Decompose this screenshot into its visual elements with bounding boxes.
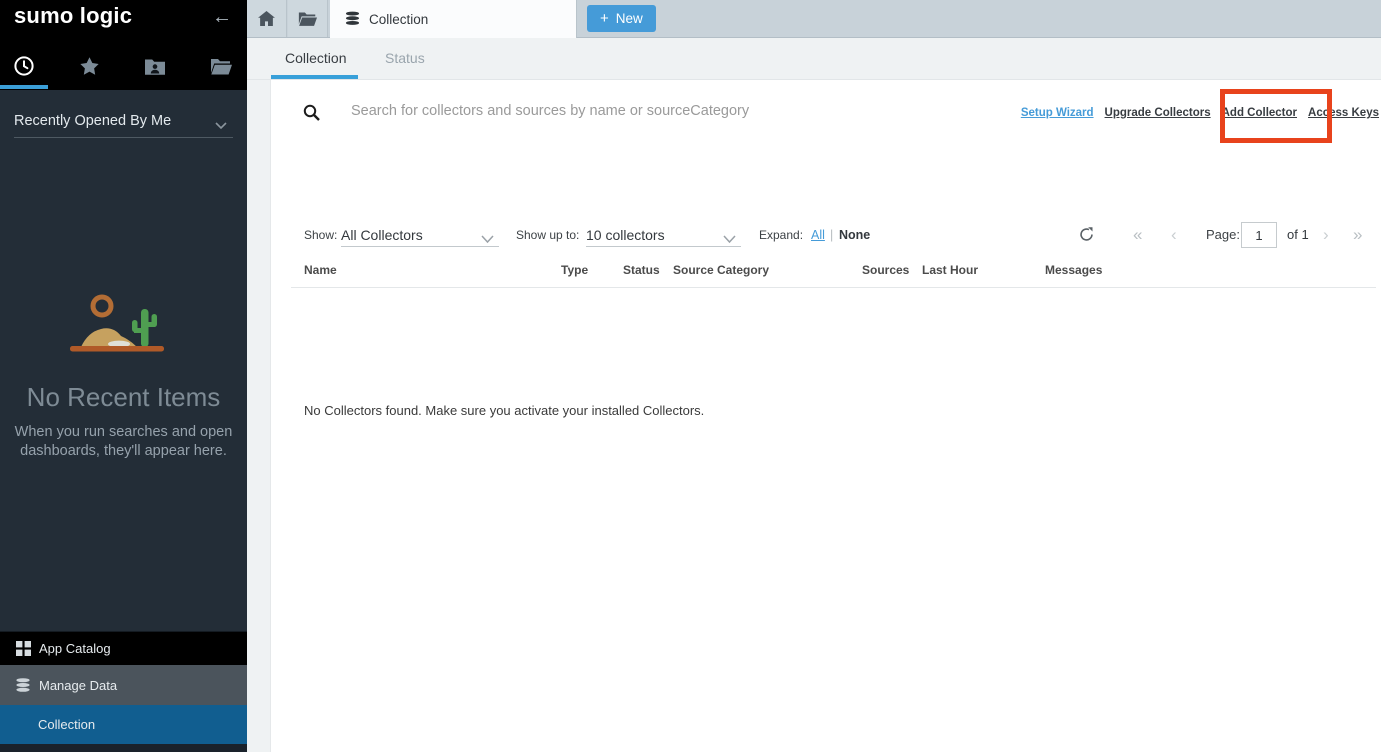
- home-button[interactable]: [247, 0, 287, 37]
- tab-collection[interactable]: Collection: [285, 38, 346, 76]
- expand-divider: |: [830, 219, 833, 251]
- prev-page-icon[interactable]: ‹: [1171, 219, 1177, 251]
- search-icon: [303, 104, 320, 126]
- column-header-status[interactable]: Status: [623, 263, 660, 277]
- library-folder-icon[interactable]: [209, 54, 233, 78]
- expand-all-link[interactable]: All: [811, 219, 825, 251]
- show-up-to-label: Show up to:: [516, 219, 579, 251]
- subtitle-line-1: When you run searches and open: [0, 423, 247, 442]
- database-icon: [15, 678, 31, 693]
- add-collector-link[interactable]: Add Collector: [1222, 107, 1297, 119]
- new-button-label: New: [616, 11, 643, 26]
- library-button[interactable]: [288, 0, 328, 37]
- no-recent-items-title: No Recent Items: [0, 382, 247, 413]
- expand-none-link[interactable]: None: [839, 219, 870, 251]
- sidebar-item-app-catalog[interactable]: App Catalog: [0, 631, 247, 665]
- desert-illustration: [68, 289, 178, 360]
- page-number-input[interactable]: [1241, 222, 1277, 248]
- active-tab-indicator: [271, 75, 358, 79]
- show-dropdown-underline: [341, 246, 499, 247]
- secondary-tab-row: Collection Status: [247, 38, 1381, 80]
- next-page-icon[interactable]: ›: [1323, 219, 1329, 251]
- column-header-messages[interactable]: Messages: [1045, 263, 1102, 277]
- page-of-label: of 1: [1287, 219, 1309, 251]
- top-tab-strip: Collection + New: [247, 0, 1381, 38]
- sun-icon: [93, 297, 111, 315]
- refresh-icon[interactable]: [1079, 227, 1094, 247]
- home-icon: [258, 11, 275, 26]
- column-header-sources[interactable]: Sources: [862, 263, 909, 277]
- ground-shape: [70, 346, 164, 352]
- column-header-last-hour[interactable]: Last Hour: [922, 263, 978, 277]
- sumo-logic-logo: sumo logic: [14, 3, 132, 29]
- tab-collection-window[interactable]: Collection: [330, 0, 577, 38]
- column-header-source-category[interactable]: Source Category: [673, 263, 769, 277]
- active-nav-indicator: [0, 85, 48, 89]
- new-button[interactable]: + New: [587, 5, 656, 32]
- toolbar-links: Setup Wizard Upgrade Collectors Add Coll…: [1021, 107, 1379, 119]
- recent-items-dropdown[interactable]: Recently Opened By Me: [14, 108, 233, 138]
- sidebar-header: sumo logic ←: [0, 0, 247, 90]
- favorites-icon[interactable]: [77, 54, 101, 78]
- sidebar-item-collection[interactable]: Collection: [0, 705, 247, 744]
- recent-items-dropdown-label: Recently Opened By Me: [14, 113, 171, 129]
- filter-row: Show: All Collectors Show up to: 10 coll…: [271, 219, 1381, 251]
- shared-folder-icon[interactable]: [143, 54, 167, 78]
- last-page-icon[interactable]: »: [1353, 219, 1362, 251]
- table-header-row: Name Type Status Source Category Sources…: [271, 263, 1381, 287]
- show-up-to-dropdown-underline: [586, 246, 741, 247]
- first-page-icon[interactable]: «: [1133, 219, 1142, 251]
- search-input[interactable]: [351, 97, 971, 125]
- table-header-divider: [291, 287, 1376, 288]
- column-header-type[interactable]: Type: [561, 263, 588, 277]
- expand-label: Expand:: [759, 219, 803, 251]
- setup-wizard-link[interactable]: Setup Wizard: [1021, 107, 1094, 119]
- folder-icon: [298, 11, 317, 27]
- upgrade-collectors-link[interactable]: Upgrade Collectors: [1105, 107, 1211, 119]
- sidebar-bottom-strip: [0, 744, 247, 752]
- main-area: Collection + New Collection Status Setup…: [247, 0, 1381, 752]
- no-recent-items-subtitle: When you run searches and open dashboard…: [0, 423, 247, 461]
- database-icon: [345, 11, 360, 27]
- collection-panel: Setup Wizard Upgrade Collectors Add Coll…: [270, 80, 1381, 752]
- column-header-name[interactable]: Name: [304, 263, 337, 277]
- sidebar-item-label: Manage Data: [39, 678, 117, 693]
- plus-icon: +: [600, 10, 609, 27]
- app-window: sumo logic ← Recently Opened By Me: [0, 0, 1381, 752]
- recents-icon[interactable]: [12, 54, 36, 78]
- grid-icon: [15, 641, 31, 656]
- collapse-sidebar-icon[interactable]: ←: [212, 6, 232, 29]
- empty-table-message: No Collectors found. Make sure you activ…: [304, 403, 704, 418]
- subtitle-line-2: dashboards, they'll appear here.: [0, 442, 247, 461]
- sidebar-item-manage-data[interactable]: Manage Data: [0, 665, 247, 705]
- sidebar-item-label: Collection: [38, 717, 95, 732]
- tab-title: Collection: [369, 12, 428, 27]
- page-label: Page:: [1206, 219, 1240, 251]
- chevron-down-icon: [215, 118, 227, 134]
- show-label: Show:: [304, 219, 337, 251]
- tab-status[interactable]: Status: [385, 38, 425, 76]
- sidebar-item-label: App Catalog: [39, 641, 111, 656]
- sidebar: sumo logic ← Recently Opened By Me: [0, 0, 247, 752]
- access-keys-link[interactable]: Access Keys: [1308, 107, 1379, 119]
